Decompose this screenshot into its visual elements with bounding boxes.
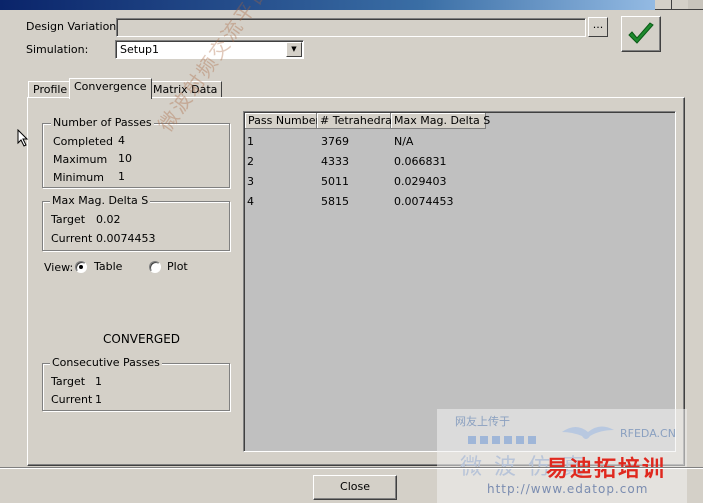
browse-design-variation-button[interactable]: ... bbox=[588, 17, 608, 37]
minimum-value: 1 bbox=[118, 170, 125, 183]
view-plot-label[interactable]: Plot bbox=[167, 260, 188, 273]
maximum-label: Maximum bbox=[53, 153, 108, 166]
tab-convergence[interactable]: Convergence bbox=[69, 78, 152, 99]
consecutive-current-label: Current bbox=[51, 393, 93, 406]
watermark-url: http://www.edatop.com bbox=[487, 482, 649, 496]
view-label: View: bbox=[44, 261, 74, 274]
delta-s-cell: 0.066831 bbox=[394, 155, 447, 168]
delta-s-cell: 0.029403 bbox=[394, 175, 447, 188]
minimize-button[interactable] bbox=[655, 0, 672, 10]
watermark-uploaded-text: 网友上传于 bbox=[455, 415, 510, 428]
view-table-label[interactable]: Table bbox=[94, 260, 122, 273]
convergence-status: CONVERGED bbox=[103, 332, 181, 346]
column-header-pass-number[interactable]: Pass Number bbox=[245, 113, 320, 129]
close-window-button[interactable] bbox=[688, 0, 703, 10]
title-bar bbox=[0, 0, 703, 10]
dropdown-arrow-icon[interactable]: ▼ bbox=[286, 42, 302, 57]
tetrahedra-cell: 3769 bbox=[321, 135, 349, 148]
watermark-dots bbox=[468, 436, 538, 444]
tetrahedra-cell: 5815 bbox=[321, 195, 349, 208]
column-header-tetrahedra[interactable]: # Tetrahedra bbox=[317, 113, 392, 129]
check-icon bbox=[628, 22, 654, 44]
apply-check-button[interactable] bbox=[621, 16, 661, 52]
pass-number-cell: 1 bbox=[247, 135, 254, 148]
pass-number-cell: 4 bbox=[247, 195, 254, 208]
results-table[interactable]: Pass Number # Tetrahedra Max Mag. Delta … bbox=[243, 111, 676, 452]
column-header-max-mag-delta-s[interactable]: Max Mag. Delta S bbox=[391, 113, 490, 129]
max-mag-delta-s-title: Max Mag. Delta S bbox=[50, 194, 151, 207]
consecutive-current-value: 1 bbox=[95, 393, 102, 406]
completed-label: Completed bbox=[53, 135, 113, 148]
minimum-label: Minimum bbox=[53, 171, 104, 184]
design-variation-label: Design Variation: bbox=[26, 20, 120, 33]
watermark-rfeda: RFEDA.CN bbox=[620, 427, 676, 440]
tetrahedra-cell: 4333 bbox=[321, 155, 349, 168]
maximum-value: 10 bbox=[118, 152, 132, 165]
pass-number-cell: 2 bbox=[247, 155, 254, 168]
delta-s-current-label: Current bbox=[51, 232, 93, 245]
delta-s-current-value: 0.0074453 bbox=[96, 232, 156, 245]
consecutive-target-value: 1 bbox=[95, 375, 102, 388]
simulation-selected-value: Setup1 bbox=[120, 43, 160, 56]
number-of-passes-title: Number of Passes bbox=[51, 116, 154, 129]
view-table-radio[interactable] bbox=[75, 261, 87, 273]
completed-value: 4 bbox=[118, 134, 125, 147]
delta-s-target-value: 0.02 bbox=[96, 213, 121, 226]
simulation-label: Simulation: bbox=[26, 43, 89, 56]
delta-s-cell: N/A bbox=[394, 135, 414, 148]
bottom-separator bbox=[0, 467, 703, 469]
mouse-cursor-icon bbox=[17, 129, 29, 147]
maximize-button[interactable] bbox=[672, 0, 689, 10]
view-plot-radio[interactable] bbox=[149, 261, 161, 273]
delta-s-target-label: Target bbox=[51, 213, 86, 226]
consecutive-target-label: Target bbox=[51, 375, 86, 388]
design-variation-field[interactable] bbox=[116, 18, 586, 37]
delta-s-cell: 0.0074453 bbox=[394, 195, 454, 208]
tab-profile[interactable]: Profile bbox=[28, 81, 73, 98]
consecutive-passes-title: Consecutive Passes bbox=[50, 356, 162, 369]
tetrahedra-cell: 5011 bbox=[321, 175, 349, 188]
bird-logo-icon bbox=[562, 426, 614, 439]
pass-number-cell: 3 bbox=[247, 175, 254, 188]
close-button[interactable]: Close bbox=[313, 475, 397, 500]
